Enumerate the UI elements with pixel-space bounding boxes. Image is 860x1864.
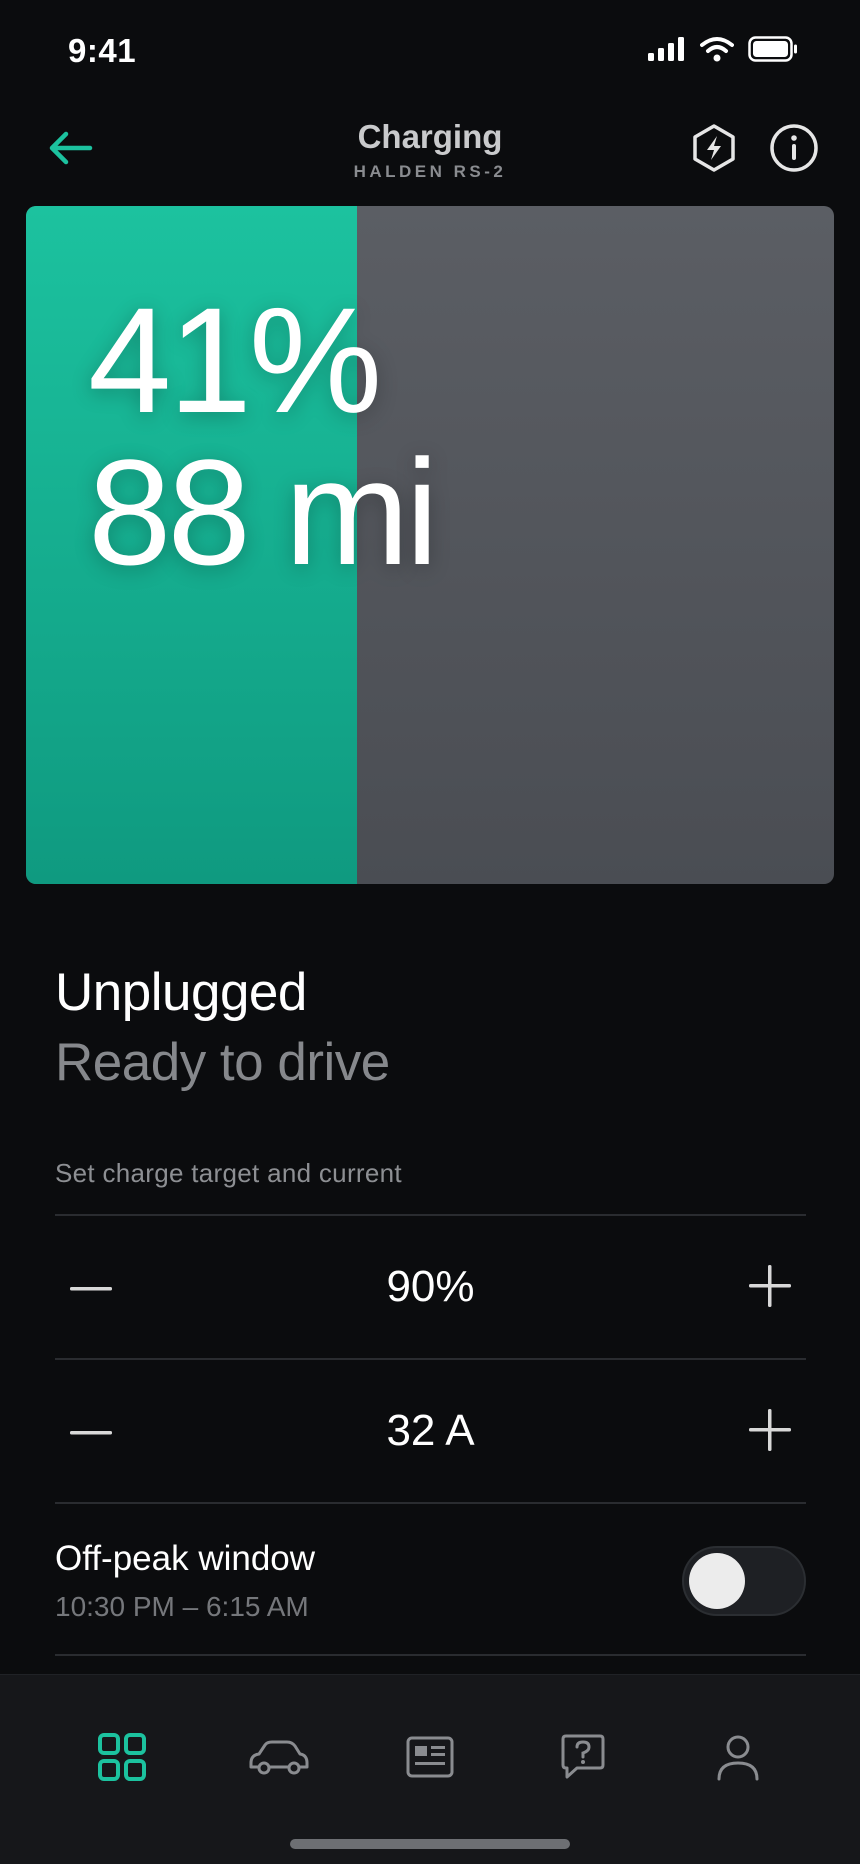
battery-level-card: 41% 88 mi (26, 206, 834, 884)
charge-current-stepper: 32 A (55, 1360, 806, 1502)
battery-percent: 41% (88, 276, 382, 444)
charge-state-subtitle: Ready to drive (55, 1033, 390, 1092)
off-peak-row: Off-peak window 10:30 PM – 6:15 AM (55, 1505, 806, 1655)
status-icons (648, 36, 798, 67)
header: Charging HALDEN RS-2 (0, 100, 860, 200)
off-peak-time-range: 10:30 PM – 6:15 AM (55, 1591, 309, 1622)
home-indicator[interactable] (290, 1839, 570, 1849)
charge-target-value: 90% (386, 1262, 475, 1311)
off-peak-title: Off-peak window (55, 1539, 316, 1578)
charge-target-stepper: 90% (55, 1216, 806, 1358)
hexagon-bolt-icon (691, 123, 737, 178)
battery-range: 88 mi (88, 428, 439, 596)
wifi-icon (700, 36, 734, 67)
charge-state-title: Unplugged (55, 963, 307, 1022)
tab-support[interactable] (543, 1719, 623, 1799)
battery-readout: 41% 88 mi (88, 276, 439, 596)
divider (55, 1502, 806, 1504)
charge-target-increase-button[interactable] (734, 1252, 806, 1324)
grid-icon (97, 1732, 147, 1787)
divider (55, 1654, 806, 1656)
battery-icon (748, 36, 798, 67)
news-icon (406, 1736, 454, 1783)
tab-dashboard[interactable] (82, 1719, 162, 1799)
charge-current-value: 32 A (386, 1406, 475, 1455)
toggle-knob (689, 1553, 745, 1609)
profile-icon (715, 1733, 761, 1786)
off-peak-toggle[interactable] (682, 1546, 806, 1616)
plus-icon (748, 1408, 792, 1457)
status-bar: 9:41 (0, 0, 860, 100)
info-icon (769, 123, 819, 178)
status-time: 9:41 (68, 32, 137, 69)
charging-stations-button[interactable] (688, 122, 740, 178)
tab-bar (0, 1674, 860, 1864)
tab-news[interactable] (390, 1719, 470, 1799)
tab-vehicle[interactable] (239, 1719, 319, 1799)
plus-icon (748, 1264, 792, 1313)
settings-caption: Set charge target and current (55, 1158, 402, 1188)
charge-current-increase-button[interactable] (734, 1396, 806, 1468)
cellular-signal-icon (648, 37, 686, 66)
help-chat-icon (559, 1733, 607, 1786)
car-icon (247, 1737, 311, 1782)
tab-profile[interactable] (698, 1719, 778, 1799)
info-button[interactable] (768, 122, 820, 178)
